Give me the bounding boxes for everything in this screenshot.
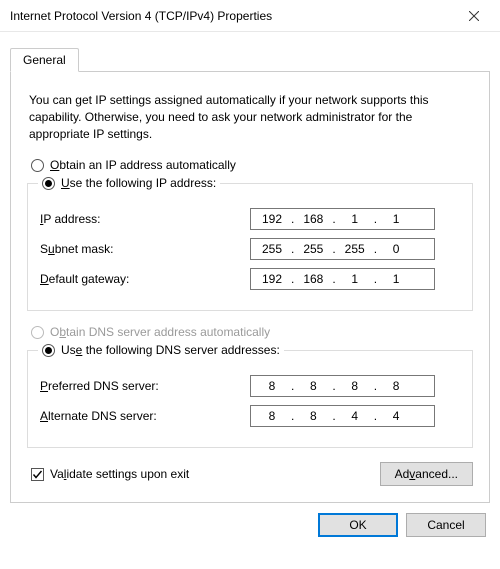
radio-icon	[31, 326, 44, 339]
ip-octet[interactable]	[338, 408, 372, 424]
radio-ip-manual-label: Use the following IP address:	[61, 176, 216, 190]
tab-general[interactable]: General	[10, 48, 79, 72]
tab-panel-general: You can get IP settings assigned automat…	[10, 71, 490, 503]
cancel-button[interactable]: Cancel	[406, 513, 486, 537]
dns-group: Use the following DNS server addresses: …	[27, 343, 473, 448]
row-subnet: Subnet mask: . . .	[40, 238, 460, 260]
radio-icon	[42, 344, 55, 357]
ok-button[interactable]: OK	[318, 513, 398, 537]
input-ip-address[interactable]: . . .	[250, 208, 435, 230]
row-gateway: Default gateway: . . .	[40, 268, 460, 290]
ip-octet[interactable]	[379, 408, 413, 424]
ip-octet[interactable]	[255, 241, 289, 257]
ip-octet[interactable]	[255, 211, 289, 227]
ip-octet[interactable]	[338, 271, 372, 287]
ip-octet[interactable]	[379, 378, 413, 394]
ip-octet[interactable]	[338, 378, 372, 394]
tab-strip: General You can get IP settings assigned…	[10, 48, 490, 503]
titlebar: Internet Protocol Version 4 (TCP/IPv4) P…	[0, 0, 500, 32]
dialog-buttons: OK Cancel	[10, 513, 490, 537]
label-ip-address: IP address:	[40, 212, 250, 226]
radio-dns-manual-label: Use the following DNS server addresses:	[61, 343, 280, 357]
window-title: Internet Protocol Version 4 (TCP/IPv4) P…	[10, 9, 272, 23]
radio-dns-manual[interactable]: Use the following DNS server addresses:	[42, 343, 280, 357]
label-gateway: Default gateway:	[40, 272, 250, 286]
ip-octet[interactable]	[338, 241, 372, 257]
label-subnet: Subnet mask:	[40, 242, 250, 256]
close-icon	[469, 11, 479, 21]
row-ip-address: IP address: . . .	[40, 208, 460, 230]
checkbox-validate-label: Validate settings upon exit	[50, 467, 189, 481]
radio-dns-auto-label: Obtain DNS server address automatically	[50, 325, 270, 339]
input-dns-preferred[interactable]: . . .	[250, 375, 435, 397]
ip-octet[interactable]	[255, 378, 289, 394]
ip-octet[interactable]	[255, 408, 289, 424]
row-dns-preferred: Preferred DNS server: . . .	[40, 375, 460, 397]
ip-octet[interactable]	[379, 241, 413, 257]
input-subnet[interactable]: . . .	[250, 238, 435, 260]
radio-dns-auto: Obtain DNS server address automatically	[31, 325, 469, 339]
ip-octet[interactable]	[296, 241, 330, 257]
checkbox-icon	[31, 468, 44, 481]
input-gateway[interactable]: . . .	[250, 268, 435, 290]
ip-group: Use the following IP address: IP address…	[27, 176, 473, 311]
ip-octet[interactable]	[379, 271, 413, 287]
radio-icon	[31, 159, 44, 172]
radio-ip-auto-label: Obtain an IP address automatically	[50, 158, 236, 172]
ip-octet[interactable]	[338, 211, 372, 227]
radio-icon	[42, 177, 55, 190]
intro-text: You can get IP settings assigned automat…	[29, 92, 471, 142]
close-button[interactable]	[451, 1, 496, 31]
label-dns-preferred: Preferred DNS server:	[40, 379, 250, 393]
ip-octet[interactable]	[255, 271, 289, 287]
input-dns-alternate[interactable]: . . .	[250, 405, 435, 427]
ip-octet[interactable]	[296, 211, 330, 227]
checkbox-validate[interactable]: Validate settings upon exit	[31, 467, 189, 481]
row-dns-alternate: Alternate DNS server: . . .	[40, 405, 460, 427]
ip-octet[interactable]	[296, 408, 330, 424]
ip-octet[interactable]	[296, 378, 330, 394]
label-dns-alternate: Alternate DNS server:	[40, 409, 250, 423]
ip-octet[interactable]	[296, 271, 330, 287]
advanced-button[interactable]: Advanced...	[380, 462, 473, 486]
ip-octet[interactable]	[379, 211, 413, 227]
radio-ip-auto[interactable]: Obtain an IP address automatically	[31, 158, 469, 172]
radio-ip-manual[interactable]: Use the following IP address:	[42, 176, 216, 190]
